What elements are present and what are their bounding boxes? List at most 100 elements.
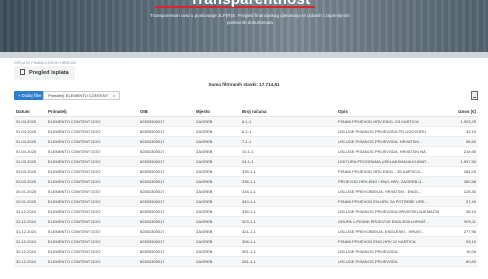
cell-opis: PISANI PRIJEVOD HRV-ENGL - 35 KARTICA... — [336, 166, 440, 177]
cell-opis: USLUGE PISANOG PRIJEVODA: HRVATSKI NA — [336, 146, 440, 157]
cell-opis: USLUGE PREVOĐENJA: HRVATSKI - ENGL... — [336, 186, 440, 197]
export-icon[interactable] — [471, 91, 478, 100]
payments-table: Datum Primatelj OIB Mjesto Broj računa O… — [14, 108, 478, 267]
cell-iznos: 38,10 — [440, 206, 478, 217]
divider-band — [0, 52, 488, 58]
cell-iznos: 277,96 — [440, 226, 478, 237]
cell-opis: LEKTURA PROGRAMA USKLAĐIVANJA KLIMAT... — [336, 156, 440, 167]
filtered-sum: Suma filtriranih stavki: 17.714,61 — [208, 82, 280, 87]
table-row[interactable]: 20.01.2025 ELEMENTO CONTENT DOO 8255330001… — [14, 196, 478, 207]
cell-oib: 82553300017 — [138, 156, 194, 167]
table-row[interactable]: 31.12.2024 ELEMENTO CONTENT DOO 8255330001… — [14, 226, 478, 237]
filter-toolbar: + Dodaj filter Primatelj: ELEMENTO CONTE… — [14, 91, 478, 100]
cell-mjesto: ZAGREB — [194, 156, 240, 167]
cell-primatelj: ELEMENTO CONTENT DOO — [46, 196, 138, 207]
cell-opis: USLUGE PISANOG PRIJEVODA PO UGOVORU — [336, 126, 440, 137]
cell-broj-racuna: 8-1-1 — [240, 116, 336, 127]
cell-datum: 01.04.2025 — [14, 126, 46, 137]
cell-broj-racuna: 323-1-1 — [240, 216, 336, 227]
cell-broj-racuna: 306-1-1 — [240, 236, 336, 247]
cell-opis: USLUGE PISANOG PRIJEVODA — [336, 256, 440, 267]
cell-oib: 82553300017 — [138, 126, 194, 137]
cell-iznos: 56,60 — [440, 136, 478, 147]
cell-iznos: 1.923,25 — [440, 116, 478, 127]
table-row[interactable]: 03.03.2025 ELEMENTO CONTENT DOO 8255330001… — [14, 166, 478, 177]
cell-datum: 30.01.2025 — [14, 186, 46, 197]
table-row[interactable]: 30.01.2025 ELEMENTO CONTENT DOO 8255330001… — [14, 186, 478, 197]
site-tagline: Transparentan uvid u poslovanje JLP(R)S.… — [150, 13, 350, 25]
breadcrumb[interactable]: ISPLATE FINANCIJSKIH OBVEZA — [14, 60, 76, 65]
table-row[interactable]: 01.04.2025 ELEMENTO CONTENT DOO 8255330001… — [14, 146, 478, 157]
cell-datum: 30.12.2024 — [14, 246, 46, 257]
table-row[interactable]: 21.03.2025 ELEMENTO CONTENT DOO 8255330001… — [14, 156, 478, 167]
cell-opis: PISANI PRIJEVOD HRV-ENGL 2/3 KARTICA — [336, 116, 440, 127]
remove-filter-icon[interactable]: x — [113, 93, 115, 98]
cell-primatelj: ELEMENTO CONTENT DOO — [46, 246, 138, 257]
cell-datum: 31.12.2024 — [14, 216, 46, 227]
column-header-opis[interactable]: Opis — [336, 108, 440, 117]
cell-opis: USLUGE PISANOG PRIJEVODA HRVATSKI-NJEMAČ… — [336, 206, 440, 217]
cell-datum: 01.04.2025 — [14, 116, 46, 127]
cell-iznos: 128,30 — [440, 186, 478, 197]
hero-banner: Transparentnost Transparentan uvid u pos… — [0, 0, 488, 52]
cell-broj-racuna: 281-1-1 — [240, 256, 336, 267]
cell-datum: 31.12.2024 — [14, 236, 46, 247]
add-filter-button[interactable]: + Dodaj filter — [14, 91, 46, 100]
cell-broj-racuna: 301-1-1 — [240, 246, 336, 257]
cell-datum: 01.04.2025 — [14, 146, 46, 157]
table-row[interactable]: 31.12.2024 ELEMENTO CONTENT DOO 8255330001… — [14, 236, 478, 247]
table-body: 01.04.2025 ELEMENTO CONTENT DOO 8255330001… — [14, 116, 478, 267]
table-row[interactable]: 31.12.2024 ELEMENTO CONTENT DOO 8255330001… — [14, 216, 478, 227]
cell-primatelj: ELEMENTO CONTENT DOO — [46, 236, 138, 247]
cell-primatelj: ELEMENTO CONTENT DOO — [46, 216, 138, 227]
column-header-broj-racuna[interactable]: Broj računa — [240, 108, 336, 117]
document-icon — [20, 69, 25, 75]
cell-mjesto: ZAGREB — [194, 166, 240, 177]
cell-primatelj: ELEMENTO CONTENT DOO — [46, 186, 138, 197]
site-title: Transparentnost — [170, 0, 330, 8]
cell-opis: GRUPA 1-PISANI PRIJEVOD ENGLESKI-HRVAT..… — [336, 216, 440, 227]
cell-datum: 21.03.2025 — [14, 156, 46, 167]
cell-primatelj: ELEMENTO CONTENT DOO — [46, 146, 138, 157]
table-row[interactable]: 01.04.2025 ELEMENTO CONTENT DOO 8255330001… — [14, 126, 478, 137]
cell-broj-racuna: 334-1-1 — [240, 186, 336, 197]
cell-broj-racuna: 7-1-1 — [240, 136, 336, 147]
column-header-mjesto[interactable]: Mjesto — [194, 108, 240, 117]
cell-iznos: 360,58 — [440, 176, 478, 187]
cell-primatelj: ELEMENTO CONTENT DOO — [46, 226, 138, 237]
cell-opis: USLUGE PISANOG PRIJEVODA — [336, 246, 440, 257]
cell-opis: PISANI PRIJEVOD EN-HRV ZA POTREBE URE... — [336, 196, 440, 207]
cell-mjesto: ZAGREB — [194, 236, 240, 247]
cell-datum: 03.03.2025 — [14, 166, 46, 177]
cell-primatelj: ELEMENTO CONTENT DOO — [46, 156, 138, 167]
cell-mjesto: ZAGREB — [194, 116, 240, 127]
cell-mjesto: ZAGREB — [194, 136, 240, 147]
cell-primatelj: ELEMENTO CONTENT DOO — [46, 166, 138, 177]
table-row[interactable]: 30.12.2024 ELEMENTO CONTENT DOO 8255330001… — [14, 246, 478, 257]
cell-iznos: 10,06 — [440, 246, 478, 257]
column-header-datum[interactable]: Datum — [14, 108, 46, 117]
cell-oib: 82553300017 — [138, 246, 194, 257]
table-header-row: Datum Primatelj OIB Mjesto Broj računa O… — [14, 108, 478, 117]
cell-datum: 30.12.2024 — [14, 256, 46, 267]
column-header-oib[interactable]: OIB — [138, 108, 194, 117]
cell-primatelj: ELEMENTO CONTENT DOO — [46, 126, 138, 137]
cell-oib: 82553300017 — [138, 216, 194, 227]
cell-mjesto: ZAGREB — [194, 186, 240, 197]
table-row[interactable]: 01.04.2025 ELEMENTO CONTENT DOO 8255330001… — [14, 136, 478, 147]
cell-broj-racuna: 334-1-1 — [240, 206, 336, 217]
table-row[interactable]: 01.04.2025 ELEMENTO CONTENT DOO 8255330001… — [14, 116, 478, 127]
cell-datum: 31.12.2024 — [14, 206, 46, 217]
table-row[interactable]: 30.12.2024 ELEMENTO CONTENT DOO 8255330001… — [14, 256, 478, 267]
cell-oib: 82553300017 — [138, 186, 194, 197]
cell-iznos: 43,19 — [440, 126, 478, 137]
cell-iznos: 1.957,50 — [440, 156, 478, 167]
cell-oib: 82553300017 — [138, 166, 194, 177]
table-row[interactable]: 31.12.2024 ELEMENTO CONTENT DOO 8255330001… — [14, 206, 478, 217]
cell-oib: 82553300017 — [138, 256, 194, 267]
table-row[interactable]: 03.03.2025 ELEMENTO CONTENT DOO 8255330001… — [14, 176, 478, 187]
cell-broj-racuna: 340-1-1 — [240, 196, 336, 207]
filter-chip-label: Primatelj: ELEMENTO CONTENT — [48, 93, 109, 98]
column-header-primatelj[interactable]: Primatelj — [46, 108, 138, 117]
column-header-iznos[interactable]: Iznos (€) — [440, 108, 478, 117]
